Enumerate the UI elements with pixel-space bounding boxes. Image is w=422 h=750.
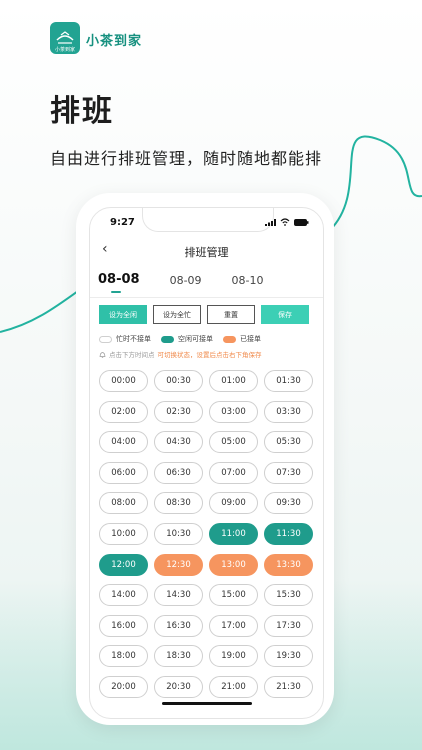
phone-screen: 9:27 ‹ 排班管理 08-08 08-09 08-10 设为全闲 设为全忙 … [89, 207, 324, 719]
time-slot[interactable]: 13:30 [264, 553, 313, 576]
time-slot[interactable]: 15:00 [209, 584, 258, 607]
brand-name: 小茶到家 [86, 34, 143, 49]
legend-booked-label: 已接单 [240, 335, 261, 343]
page-title: 排班管理 [184, 246, 229, 259]
time-slot[interactable]: 12:30 [154, 553, 203, 576]
hint-highlight: 可切换状态，设置后点击右下角保存 [157, 351, 262, 359]
time-slot[interactable]: 19:00 [209, 645, 258, 668]
status-time: 9:27 [110, 217, 135, 228]
time-slot[interactable]: 08:30 [154, 492, 203, 515]
bell-icon [99, 351, 106, 358]
time-slot[interactable]: 02:00 [99, 400, 148, 423]
time-slot[interactable]: 05:00 [209, 431, 258, 454]
hint-text: 点击下方时间点 可切换状态，设置后点击右下角保存 [99, 349, 262, 359]
time-slot[interactable]: 09:30 [264, 492, 313, 515]
time-slot[interactable]: 06:00 [99, 461, 148, 484]
time-slot[interactable]: 04:30 [154, 431, 203, 454]
time-slot[interactable]: 14:00 [99, 584, 148, 607]
time-slot[interactable]: 04:00 [99, 431, 148, 454]
legend-free-label: 空闲可接单 [178, 335, 213, 343]
time-slot[interactable]: 18:00 [99, 645, 148, 668]
time-slot-grid: 00:00 00:30 01:00 01:30 02:00 02:30 03:00 03:30… [99, 370, 313, 698]
promo-headline: 排班 [50, 94, 114, 129]
teapot-icon [56, 31, 74, 44]
time-slot[interactable]: 05:30 [264, 431, 313, 454]
time-slot[interactable]: 11:30 [264, 522, 313, 545]
time-slot[interactable]: 17:30 [264, 614, 313, 637]
tab-date-1[interactable]: 08-09 [170, 274, 202, 287]
time-slot[interactable]: 09:00 [209, 492, 258, 515]
time-slot[interactable]: 18:30 [154, 645, 203, 668]
time-slot[interactable]: 08:00 [99, 492, 148, 515]
time-slot[interactable]: 13:00 [209, 553, 258, 576]
time-slot[interactable]: 07:30 [264, 461, 313, 484]
time-slot[interactable]: 15:30 [264, 584, 313, 607]
time-slot[interactable]: 21:00 [209, 675, 258, 698]
home-indicator [162, 702, 252, 705]
time-slot[interactable]: 16:30 [154, 614, 203, 637]
legend-busy-label: 忙时不接单 [116, 335, 151, 343]
time-slot[interactable]: 11:00 [209, 522, 258, 545]
legend-booked-swatch [223, 335, 236, 343]
set-all-busy-button[interactable]: 设为全忙 [153, 305, 201, 324]
time-slot[interactable]: 20:00 [99, 675, 148, 698]
time-slot[interactable]: 06:30 [154, 461, 203, 484]
time-slot[interactable]: 03:30 [264, 400, 313, 423]
logo-caption: 小茶到家 [54, 47, 75, 53]
time-slot[interactable]: 19:30 [264, 645, 313, 668]
time-slot[interactable]: 17:00 [209, 614, 258, 637]
divider [90, 297, 323, 298]
save-button[interactable]: 保存 [261, 305, 309, 324]
time-slot[interactable]: 10:00 [99, 522, 148, 545]
time-slot[interactable]: 03:00 [209, 400, 258, 423]
time-slot[interactable]: 10:30 [154, 522, 203, 545]
time-slot[interactable]: 20:30 [154, 675, 203, 698]
status-icons [265, 218, 309, 226]
time-slot[interactable]: 02:30 [154, 400, 203, 423]
time-slot[interactable]: 00:30 [154, 370, 203, 392]
time-slot[interactable]: 12:00 [99, 553, 148, 576]
time-slot[interactable]: 01:00 [209, 370, 258, 392]
signal-icon [265, 218, 276, 226]
tab-date-2[interactable]: 08-10 [232, 274, 264, 287]
action-bar: 设为全闲 设为全忙 重置 保存 [99, 305, 309, 324]
legend-free-swatch [161, 335, 174, 343]
wifi-icon [280, 218, 290, 226]
reset-button[interactable]: 重置 [207, 305, 255, 324]
legend: 忙时不接单 空闲可接单 已接单 [99, 334, 261, 344]
legend-busy-swatch [99, 335, 112, 343]
time-slot[interactable]: 07:00 [209, 461, 258, 484]
set-all-free-button[interactable]: 设为全闲 [99, 305, 147, 324]
hint-prefix: 点击下方时间点 [109, 351, 155, 359]
promo-subline: 自由进行排班管理，随时随地都能排 [50, 149, 323, 168]
tab-date-0[interactable]: 08-08 [98, 272, 140, 287]
date-tabs: 08-08 08-09 08-10 [98, 272, 294, 287]
active-tab-indicator [111, 291, 121, 293]
time-slot[interactable]: 21:30 [264, 675, 313, 698]
time-slot[interactable]: 14:30 [154, 584, 203, 607]
phone-notch [142, 208, 274, 232]
time-slot[interactable]: 00:00 [99, 370, 148, 392]
time-slot[interactable]: 16:00 [99, 614, 148, 637]
battery-icon [294, 218, 309, 226]
time-slot[interactable]: 01:30 [264, 370, 313, 392]
